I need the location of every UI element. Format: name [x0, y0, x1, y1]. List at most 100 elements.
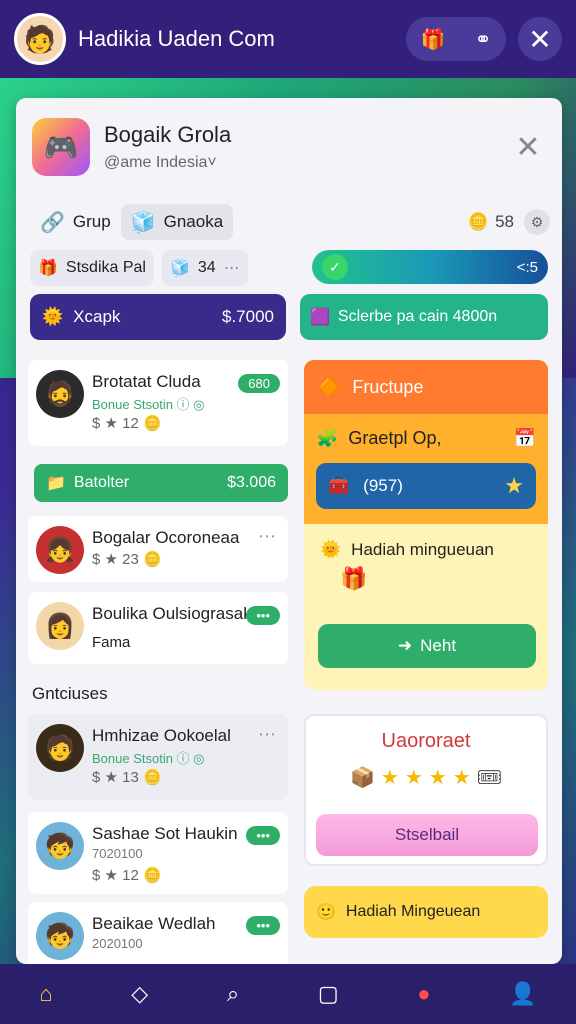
list-item[interactable]: 👧 Bogalar Ocoroneaa $ ★ 23 🪙 ⋯: [28, 516, 288, 582]
page-title: Bogaik Grola: [104, 122, 232, 147]
app-title: Hadikia Uaden Com: [78, 26, 275, 51]
next-label: Neht: [420, 636, 457, 655]
xcapk-label: Xcapk: [73, 307, 121, 326]
list-item[interactable]: 🧑 Hmhizae Ookoelal Bonue Stsotin ⓘ ◎ $ ★…: [28, 714, 288, 800]
close-button[interactable]: ✕: [518, 17, 562, 61]
player-name: Sashae Sot Haukin: [92, 824, 238, 843]
search-icon[interactable]: ⌕: [227, 981, 239, 1007]
weekly-reward-label: Hadiah Mingeuean: [345, 903, 481, 920]
star-icon: ★: [404, 767, 423, 789]
progress-bar-label: <:5: [516, 258, 538, 276]
promo-card: 🔶 Fructupe 🧩 Graetpl Op, 📅 🧰 (957) ★ 🌞 H…: [304, 360, 548, 690]
player-meta: $ ★ 12 🪙: [92, 867, 162, 884]
star-icon: ★: [428, 767, 447, 789]
tab-grup-label: Grup: [72, 212, 111, 231]
coin-icon: 🪙: [467, 212, 490, 231]
check-icon: ✓: [322, 254, 348, 280]
star-icon: ★: [380, 767, 399, 789]
page-subtitle[interactable]: @ame Indesia˅: [104, 154, 510, 172]
reward-title-label: Hadiah mingueuan: [351, 540, 494, 559]
avatar[interactable]: 🧑: [14, 13, 66, 65]
home-icon[interactable]: ⌂: [39, 981, 52, 1007]
next-button[interactable]: ➜ Neht: [318, 624, 536, 668]
batolter-amount: $3.006: [227, 474, 276, 491]
tab-row: 🔗 Grup 🧊 Gnaoka 🪙 58 ⚙: [30, 202, 550, 242]
promo-card-mid: 🧩 Graetpl Op, 📅 🧰 (957) ★: [304, 414, 548, 524]
grid-icon: ⋯: [223, 260, 240, 277]
avatar: 👩: [36, 602, 84, 650]
chat-icon[interactable]: •••: [246, 916, 280, 935]
main-panel: 🎮 Bogaik Grola @ame Indesia˅ ✕ 🔗 Grup 🧊 …: [16, 98, 562, 964]
status-badge: 680: [238, 374, 280, 393]
game-icon: 🎮: [32, 118, 90, 176]
coin-count-value: 58: [495, 212, 514, 231]
top-bar: 🧑 Hadikia Uaden Com 🎁 ⚭ ✕: [0, 0, 576, 78]
coin-count: 🪙 58: [468, 212, 514, 232]
gift-icon: 🎁: [38, 260, 58, 277]
player-name: Hmhizae Ookoelal: [92, 726, 231, 745]
player-sub: 2020100: [92, 936, 143, 951]
left-column: 🧔 Brotatat Cluda Bonue Stsotin ⓘ ◎ $ ★ 1…: [28, 360, 294, 964]
player-name: Boulika Oulsiograsak: [92, 604, 252, 623]
group-icon[interactable]: ⚭: [475, 27, 492, 52]
cube-icon: 🧩: [316, 428, 339, 448]
panel-close-button[interactable]: ✕: [510, 129, 546, 165]
sun-icon: 🌞: [42, 307, 64, 326]
avatar: 👧: [36, 526, 84, 574]
promo-mid-bar-label: (957): [363, 476, 403, 495]
gear-icon[interactable]: ⚙: [524, 209, 550, 235]
chat-icon[interactable]: •••: [246, 826, 280, 845]
dots-icon[interactable]: ●: [417, 981, 430, 1007]
more-icon[interactable]: ⋯: [258, 724, 276, 745]
batolter-label: Batolter: [73, 474, 130, 491]
chat-icon[interactable]: •••: [246, 606, 280, 625]
weekly-reward-banner[interactable]: 🙂 Hadiah Mingeuean: [304, 886, 548, 938]
tab-gnaoka[interactable]: 🧊 Gnaoka: [120, 204, 234, 240]
gift-icon[interactable]: 🎁: [421, 27, 446, 52]
folder-icon: 📁: [46, 475, 66, 492]
list-item[interactable]: 🧒 Sashae Sot Haukin 7020100 $ ★ 12 🪙 •••: [28, 812, 288, 894]
top-actions-pill[interactable]: 🎁 ⚭: [406, 17, 506, 61]
xcapk-button[interactable]: 🌞 Xcapk $.7000: [30, 294, 286, 340]
star-icon: ★: [452, 767, 471, 789]
more-icon[interactable]: ⋯: [258, 526, 276, 547]
player-meta: $ ★ 23 🪙: [92, 551, 162, 568]
list-item[interactable]: 👩 Boulika Oulsiograsak Fama •••: [28, 592, 288, 664]
gift-icon: 🎁: [340, 566, 368, 591]
rating-stars: 📦 ★ ★ ★ ★ 🎟: [320, 765, 532, 790]
player-sub: Bonue Stsotin ⓘ ◎: [92, 397, 205, 412]
promo-mid-bar[interactable]: 🧰 (957) ★: [316, 463, 536, 509]
arrow-icon: ➜: [397, 636, 413, 655]
top-actions: 🎁 ⚭ ✕: [406, 17, 562, 61]
link-icon: 🔗: [40, 211, 65, 234]
player-sub: 7020100: [92, 846, 143, 861]
player-name: Brotatat Cluda: [92, 372, 201, 391]
star-icon: ★: [504, 473, 524, 498]
badge-icon: 🔶: [318, 376, 341, 397]
promo-card-title: Fructupe: [352, 376, 424, 397]
player-meta: Fama: [92, 634, 131, 651]
progress-bar[interactable]: ✓ <:5: [312, 250, 548, 284]
list-item[interactable]: 🧔 Brotatat Cluda Bonue Stsotin ⓘ ◎ $ ★ 1…: [28, 360, 288, 446]
tab-grup[interactable]: 🔗 Grup: [30, 204, 121, 240]
list-item[interactable]: 🧒 Beaikae Wedlah 2020100 •••: [28, 902, 288, 964]
header-text: Bogaik Grola @ame Indesia˅: [104, 122, 510, 172]
promo-card-header: 🔶 Fructupe: [304, 360, 548, 414]
promo-mid-title-label: Graetpl Op,: [348, 428, 442, 448]
square-icon[interactable]: ▢: [318, 981, 339, 1007]
subscribe-button[interactable]: 🟪 Sclerbe pa cain 4800n: [300, 294, 548, 340]
stselbail-button[interactable]: Stselbail: [316, 814, 538, 856]
user-icon[interactable]: 👤: [509, 981, 536, 1007]
batolter-button[interactable]: 📁 Batolter $3.006: [34, 464, 288, 502]
box-icon: 📦: [349, 767, 375, 789]
tag-icon[interactable]: ◇: [131, 981, 148, 1007]
rating-title: Uaororaet: [381, 730, 471, 752]
chip-34[interactable]: 🧊 34 ⋯: [161, 250, 248, 286]
cube-icon: 🧊: [169, 260, 190, 277]
panel-header: 🎮 Bogaik Grola @ame Indesia˅ ✕: [32, 112, 546, 182]
chip-stsdika[interactable]: 🎁 Stsdika Pal: [30, 250, 154, 286]
player-name: Beaikae Wedlah: [92, 914, 216, 933]
bottom-nav: ⌂ ◇ ⌕ ▢ ● 👤: [0, 964, 576, 1024]
reward-body: 🌞 Hadiah mingueuan 🎁 ➜ Neht: [304, 524, 548, 690]
rating-card: Uaororaet 📦 ★ ★ ★ ★ 🎟 Stselbail: [304, 714, 548, 866]
